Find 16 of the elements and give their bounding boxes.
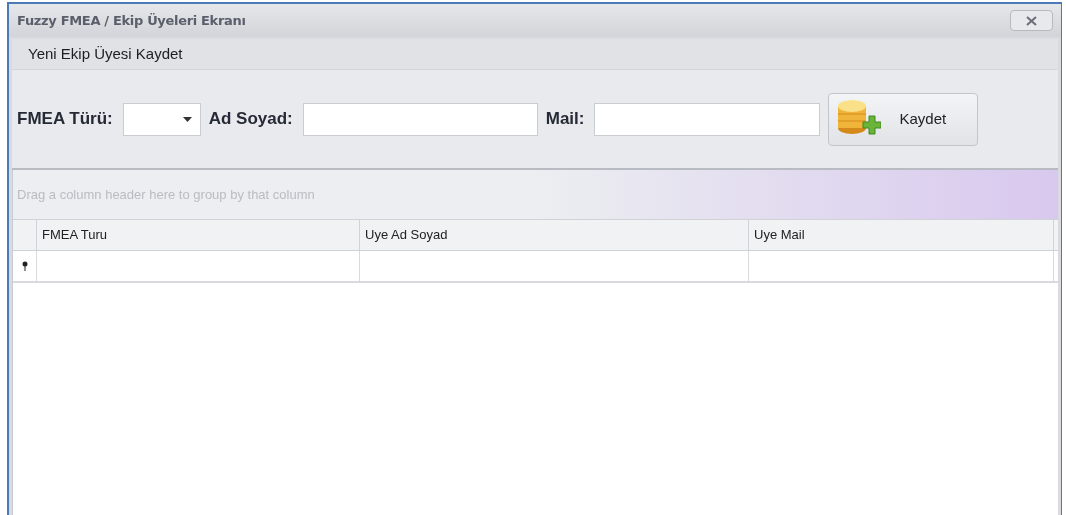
field-label: Ad Soyad:: [208, 108, 293, 131]
close-icon: [1026, 15, 1037, 26]
group-title: Yeni Ekip Üyesi Kaydet: [28, 43, 183, 64]
dropdown-field[interactable]: [122, 102, 201, 136]
column-header[interactable]: FMEA Turu: [37, 220, 360, 250]
window-title: Fuzzy FMEA / Ekip Üyeleri Ekranı: [17, 11, 246, 30]
close-button[interactable]: [1010, 10, 1053, 31]
field-label: FMEA Türü:: [17, 108, 113, 131]
save-button[interactable]: Kaydet: [828, 92, 979, 146]
filter-pin-icon: [21, 261, 28, 271]
text-field[interactable]: [302, 102, 538, 136]
dropdown-arrow-icon: [182, 116, 192, 122]
column-header[interactable]: Uye Ad Soyad: [360, 220, 749, 250]
text-field[interactable]: [594, 102, 821, 136]
column-header[interactable]: Uye Mail: [749, 220, 1054, 250]
field-label: Mail:: [545, 108, 585, 131]
